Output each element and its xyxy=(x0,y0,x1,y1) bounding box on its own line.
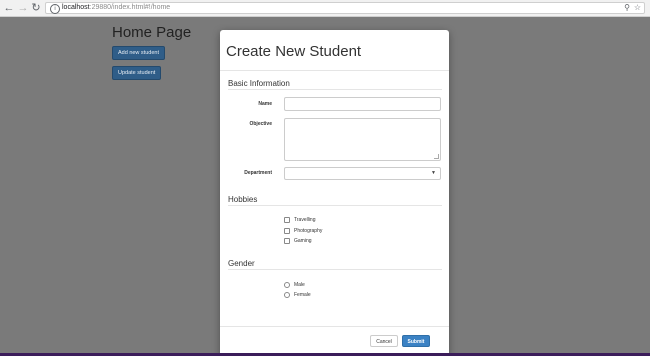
department-label: Department xyxy=(244,170,272,176)
reload-icon[interactable]: ↻ xyxy=(30,2,42,14)
address-bar[interactable]: i localhost:29880/index.html#!/home ⚲ ☆ xyxy=(45,2,645,14)
gender-label: Female xyxy=(294,292,311,298)
section-divider xyxy=(228,205,442,206)
name-input[interactable] xyxy=(284,97,441,111)
modal-header-divider xyxy=(220,70,449,71)
chevron-down-icon: ▼ xyxy=(431,170,436,176)
hobby-gaming-checkbox[interactable]: Gaming xyxy=(284,237,312,245)
url-host: localhost xyxy=(62,4,90,11)
section-gender: Gender xyxy=(228,259,255,268)
modal-footer-divider xyxy=(220,326,449,327)
name-label: Name xyxy=(258,101,272,107)
objective-textarea[interactable] xyxy=(284,118,441,161)
gender-female-radio[interactable]: Female xyxy=(284,291,311,299)
section-hobbies: Hobbies xyxy=(228,195,258,204)
hobby-photography-checkbox[interactable]: Photography xyxy=(284,227,322,235)
hobby-label: Gaming xyxy=(294,238,312,244)
checkbox-icon[interactable] xyxy=(284,238,290,244)
url-text: localhost:29880/index.html#!/home xyxy=(62,3,170,13)
browser-toolbar: ← → ↻ i localhost:29880/index.html#!/hom… xyxy=(0,0,650,17)
checkbox-icon[interactable] xyxy=(284,217,290,223)
zoom-icon[interactable]: ⚲ xyxy=(624,3,630,13)
radio-icon[interactable] xyxy=(284,292,290,298)
hobby-travelling-checkbox[interactable]: Travelling xyxy=(284,216,316,224)
department-select[interactable]: ▼ xyxy=(284,167,441,180)
resize-handle-icon[interactable] xyxy=(434,154,439,159)
objective-label: Objective xyxy=(249,121,272,127)
section-divider xyxy=(228,269,442,270)
back-arrow-icon[interactable]: ← xyxy=(3,2,15,14)
submit-button[interactable]: Submit xyxy=(402,335,430,347)
hobby-label: Travelling xyxy=(294,217,316,223)
modal-title: Create New Student xyxy=(226,43,362,60)
section-basic-information: Basic Information xyxy=(228,79,290,88)
gender-male-radio[interactable]: Male xyxy=(284,281,305,289)
add-new-student-button[interactable]: Add new student xyxy=(112,46,165,60)
info-icon[interactable]: i xyxy=(50,4,60,14)
create-student-modal: Create New Student Basic Information Nam… xyxy=(220,30,449,356)
checkbox-icon[interactable] xyxy=(284,228,290,234)
cancel-button[interactable]: Cancel xyxy=(370,335,398,347)
hobby-label: Photography xyxy=(294,228,323,234)
url-path: :29880/index.html#!/home xyxy=(89,4,171,11)
star-icon[interactable]: ☆ xyxy=(634,3,641,13)
page-title: Home Page xyxy=(112,24,192,41)
section-divider xyxy=(228,89,442,90)
gender-label: Male xyxy=(294,282,305,288)
radio-icon[interactable] xyxy=(284,282,290,288)
forward-arrow-icon[interactable]: → xyxy=(17,2,29,14)
update-student-button[interactable]: Update student xyxy=(112,66,162,80)
